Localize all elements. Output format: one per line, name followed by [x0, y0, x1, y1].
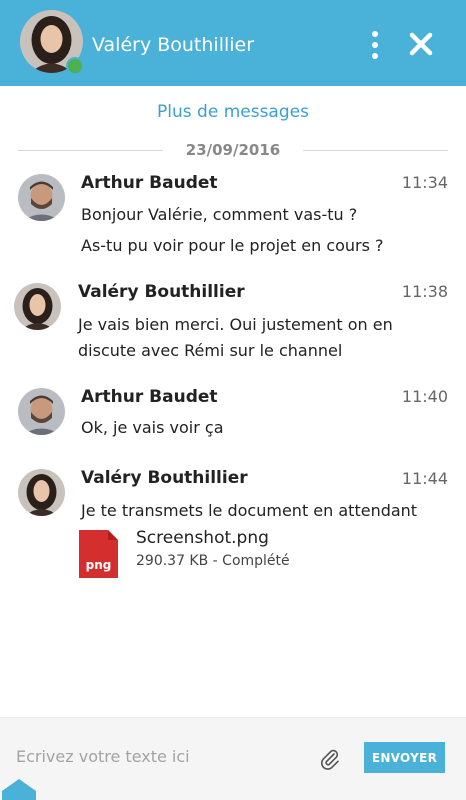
scroll-up-arrow-icon[interactable] — [0, 775, 38, 800]
file-type-label: png — [86, 558, 112, 572]
message-author: Valéry Bouthillier — [78, 282, 245, 302]
attachment-meta: 290.37 KB - Complété — [136, 553, 290, 569]
author-avatar[interactable] — [14, 283, 61, 330]
close-icon[interactable] — [407, 30, 435, 58]
load-more-messages-link[interactable]: Plus de messages — [0, 100, 466, 124]
message-time: 11:34 — [401, 173, 448, 192]
message-input[interactable] — [16, 742, 306, 770]
send-button[interactable]: ENVOYER — [364, 742, 445, 773]
paperclip-icon[interactable] — [320, 748, 340, 770]
message-time: 11:44 — [401, 469, 448, 488]
message-time: 11:38 — [401, 282, 448, 301]
message-composer: ENVOYER — [0, 717, 466, 800]
message-text: Ok, je vais voir ça — [81, 418, 224, 437]
author-avatar[interactable] — [18, 388, 65, 435]
attachment-filename[interactable]: Screenshot.png — [136, 527, 269, 549]
message-text: Je te transmets le document en attendant — [81, 501, 418, 520]
author-avatar[interactable] — [18, 469, 65, 516]
message-text: discute avec Rémi sur le channel — [78, 341, 343, 360]
more-vertical-icon[interactable] — [366, 28, 384, 62]
message-text: Je vais bien merci. Oui justement on en — [78, 315, 393, 334]
message-text: Bonjour Valérie, comment vas-tu ? — [81, 205, 358, 224]
divider — [303, 150, 448, 151]
chat-header: Valéry Bouthillier — [0, 0, 466, 86]
png-file-icon[interactable]: png — [79, 530, 118, 578]
contact-name: Valéry Bouthillier — [92, 34, 255, 56]
message-author: Valéry Bouthillier — [81, 468, 248, 488]
online-status-indicator — [66, 57, 84, 75]
message-text: As-tu pu voir pour le projet en cours ? — [81, 236, 384, 255]
message-author: Arthur Baudet — [81, 173, 218, 193]
date-separator: 23/09/2016 — [18, 139, 448, 161]
message-time: 11:40 — [401, 387, 448, 406]
message-author: Arthur Baudet — [81, 387, 218, 407]
author-avatar[interactable] — [18, 174, 65, 221]
